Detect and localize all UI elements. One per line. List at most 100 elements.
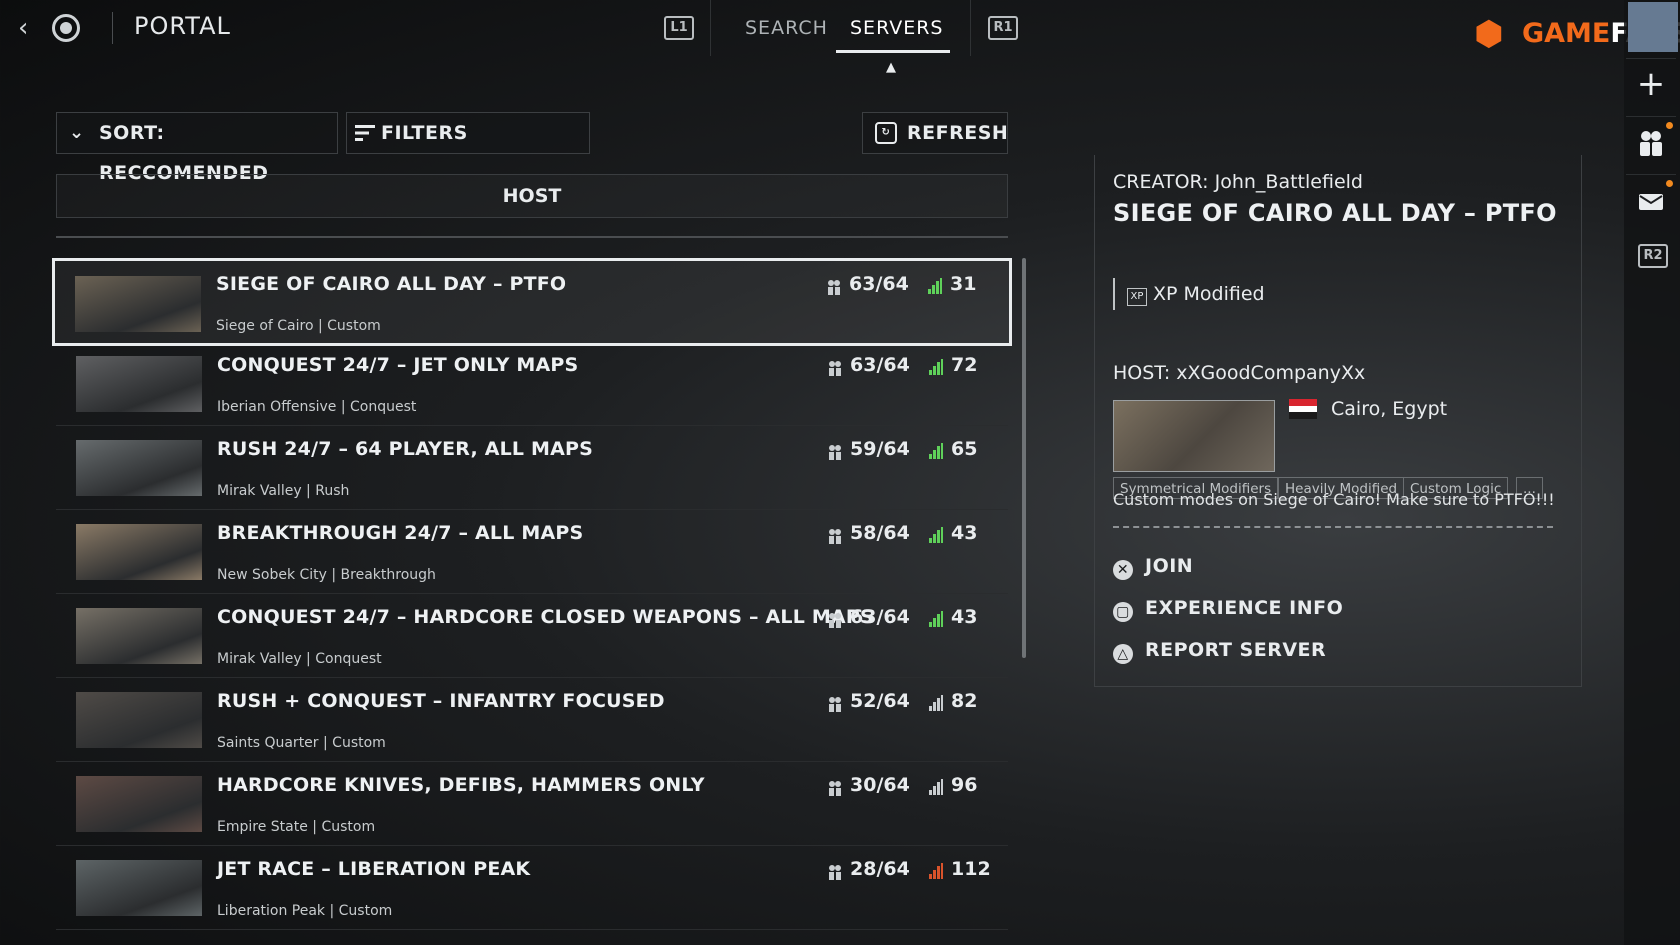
filters-button[interactable]: FILTERS	[346, 112, 590, 154]
server-title: HARDCORE KNIVES, DEFIBS, HAMMERS ONLY	[217, 774, 705, 796]
player-count: 28/64	[850, 858, 910, 880]
players-icon	[829, 445, 841, 460]
server-row[interactable]: HARDCORE KNIVES, DEFIBS, HAMMERS ONLY Emp…	[56, 762, 1008, 846]
server-map-mode: New Sobek City | Breakthrough	[217, 567, 436, 583]
server-map-mode: Liberation Peak | Custom	[217, 903, 393, 919]
ping-value: 65	[951, 438, 978, 460]
players-icon	[829, 697, 841, 712]
ping-value: 82	[951, 690, 978, 712]
host-column-header[interactable]: HOST	[56, 174, 1008, 218]
divider	[56, 236, 1008, 238]
gamefans-logo-icon: ⬢	[1474, 14, 1504, 54]
players-icon	[829, 529, 841, 544]
signal-strength-icon	[929, 779, 943, 795]
server-title: RUSH + CONQUEST – INFANTRY FOCUSED	[217, 690, 665, 712]
divider	[970, 0, 971, 56]
active-tab-indicator	[836, 50, 950, 53]
xp-modified-badge: XP XP Modified	[1113, 278, 1265, 310]
server-title: CONQUEST 24/7 – JET ONLY MAPS	[217, 354, 579, 376]
divider	[112, 12, 113, 44]
tab-servers[interactable]: SERVERS	[850, 17, 944, 39]
chevron-down-icon: ⌄	[69, 122, 85, 143]
square-button-icon: ▢	[1113, 602, 1133, 622]
signal-strength-icon	[929, 611, 943, 627]
filters-label: FILTERS	[381, 122, 468, 144]
host-label: HOST: xXGoodCompanyXx	[1113, 362, 1366, 384]
avatar[interactable]	[1628, 2, 1678, 52]
back-arrow-icon[interactable]: ‹	[18, 14, 38, 42]
player-count: 63/64	[850, 606, 910, 628]
cross-button-icon: ✕	[1113, 560, 1133, 580]
server-row[interactable]: RUSH 24/7 – 64 PLAYER, ALL MAPS Mirak Val…	[56, 426, 1008, 510]
signal-strength-icon	[928, 278, 942, 294]
ping-value: 43	[951, 522, 978, 544]
tab-search[interactable]: SEARCH	[745, 17, 828, 39]
signal-strength-icon	[929, 695, 943, 711]
refresh-button[interactable]: ↻ REFRESH	[862, 112, 1008, 154]
add-icon[interactable]: +	[1626, 58, 1676, 111]
divider	[710, 0, 711, 56]
server-description: Custom modes on Siege of Cairo! Make sur…	[1113, 490, 1555, 509]
player-count: 59/64	[850, 438, 910, 460]
server-row[interactable]: CONQUEST 24/7 – HARDCORE CLOSED WEAPONS …	[56, 594, 1008, 678]
server-detail-panel: CREATOR: John_Battlefield SIEGE OF CAIRO…	[1094, 155, 1582, 687]
players-icon	[828, 280, 840, 295]
detail-title: SIEGE OF CAIRO ALL DAY – PTFO	[1113, 199, 1557, 227]
players-icon	[829, 613, 841, 628]
player-count: 58/64	[850, 522, 910, 544]
players-icon	[829, 361, 841, 376]
server-map-mode: Siege of Cairo | Custom	[216, 318, 381, 334]
l1-button-hint: L1	[664, 16, 694, 40]
report-server-button[interactable]: △ REPORT SERVER	[1113, 639, 1326, 664]
divider	[1113, 526, 1553, 528]
map-thumbnail	[76, 776, 202, 832]
map-thumbnail	[76, 524, 202, 580]
ping-value: 72	[951, 354, 978, 376]
signal-strength-icon	[929, 863, 943, 879]
server-row[interactable]: SIEGE OF CAIRO ALL DAY – PTFO Siege of Ca…	[52, 258, 1012, 346]
xp-icon: XP	[1127, 288, 1147, 306]
map-thumbnail	[76, 608, 202, 664]
player-count: 63/64	[849, 273, 909, 295]
server-map-mode: Mirak Valley | Conquest	[217, 651, 382, 667]
player-count: 30/64	[850, 774, 910, 796]
egypt-flag-icon	[1289, 399, 1317, 419]
players-icon	[829, 781, 841, 796]
server-map-mode: Mirak Valley | Rush	[217, 483, 350, 499]
map-thumbnail	[75, 276, 201, 332]
sort-dropdown[interactable]: ⌄ SORT: RECCOMENDED	[56, 112, 338, 184]
ping-value: 112	[951, 858, 991, 880]
page-title: PORTAL	[134, 12, 231, 40]
server-row[interactable]: RUSH + CONQUEST – INFANTRY FOCUSED Saints…	[56, 678, 1008, 762]
map-thumbnail	[76, 860, 202, 916]
player-count: 52/64	[850, 690, 910, 712]
signal-strength-icon	[929, 443, 943, 459]
server-row[interactable]: JET RACE – LIBERATION PEAK Liberation Pea…	[56, 846, 1008, 930]
top-bar: ‹ PORTAL L1 SEARCH SERVERS ▲ R1 ⬢ GAMEFA…	[0, 0, 1680, 75]
r1-button-hint: R1	[988, 16, 1018, 40]
refresh-label: REFRESH	[907, 122, 1009, 144]
server-row[interactable]: CONQUEST 24/7 – JET ONLY MAPS Iberian Off…	[56, 342, 1008, 426]
notification-dot	[1666, 180, 1673, 187]
signal-strength-icon	[929, 359, 943, 375]
map-thumbnail	[76, 356, 202, 412]
server-title: JET RACE – LIBERATION PEAK	[217, 858, 531, 880]
join-button[interactable]: ✕ JOIN	[1113, 555, 1193, 580]
filter-icon	[355, 125, 375, 141]
creator-label: CREATOR: John_Battlefield	[1113, 171, 1363, 193]
map-thumbnail	[76, 440, 202, 496]
map-thumbnail	[1113, 400, 1275, 472]
ping-value: 96	[951, 774, 978, 796]
server-location: Cairo, Egypt	[1331, 398, 1448, 420]
refresh-icon: ↻	[875, 122, 897, 144]
server-list: SIEGE OF CAIRO ALL DAY – PTFO Siege of Ca…	[52, 258, 1012, 945]
notification-dot	[1666, 122, 1673, 129]
ping-value: 31	[950, 273, 977, 295]
signal-strength-icon	[929, 527, 943, 543]
portal-icon	[52, 14, 80, 42]
scrollbar[interactable]	[1022, 258, 1026, 658]
server-map-mode: Empire State | Custom	[217, 819, 376, 835]
server-title: SIEGE OF CAIRO ALL DAY – PTFO	[216, 273, 567, 295]
server-row[interactable]: BREAKTHROUGH 24/7 – ALL MAPS New Sobek Ci…	[56, 510, 1008, 594]
experience-info-button[interactable]: ▢ EXPERIENCE INFO	[1113, 597, 1343, 622]
